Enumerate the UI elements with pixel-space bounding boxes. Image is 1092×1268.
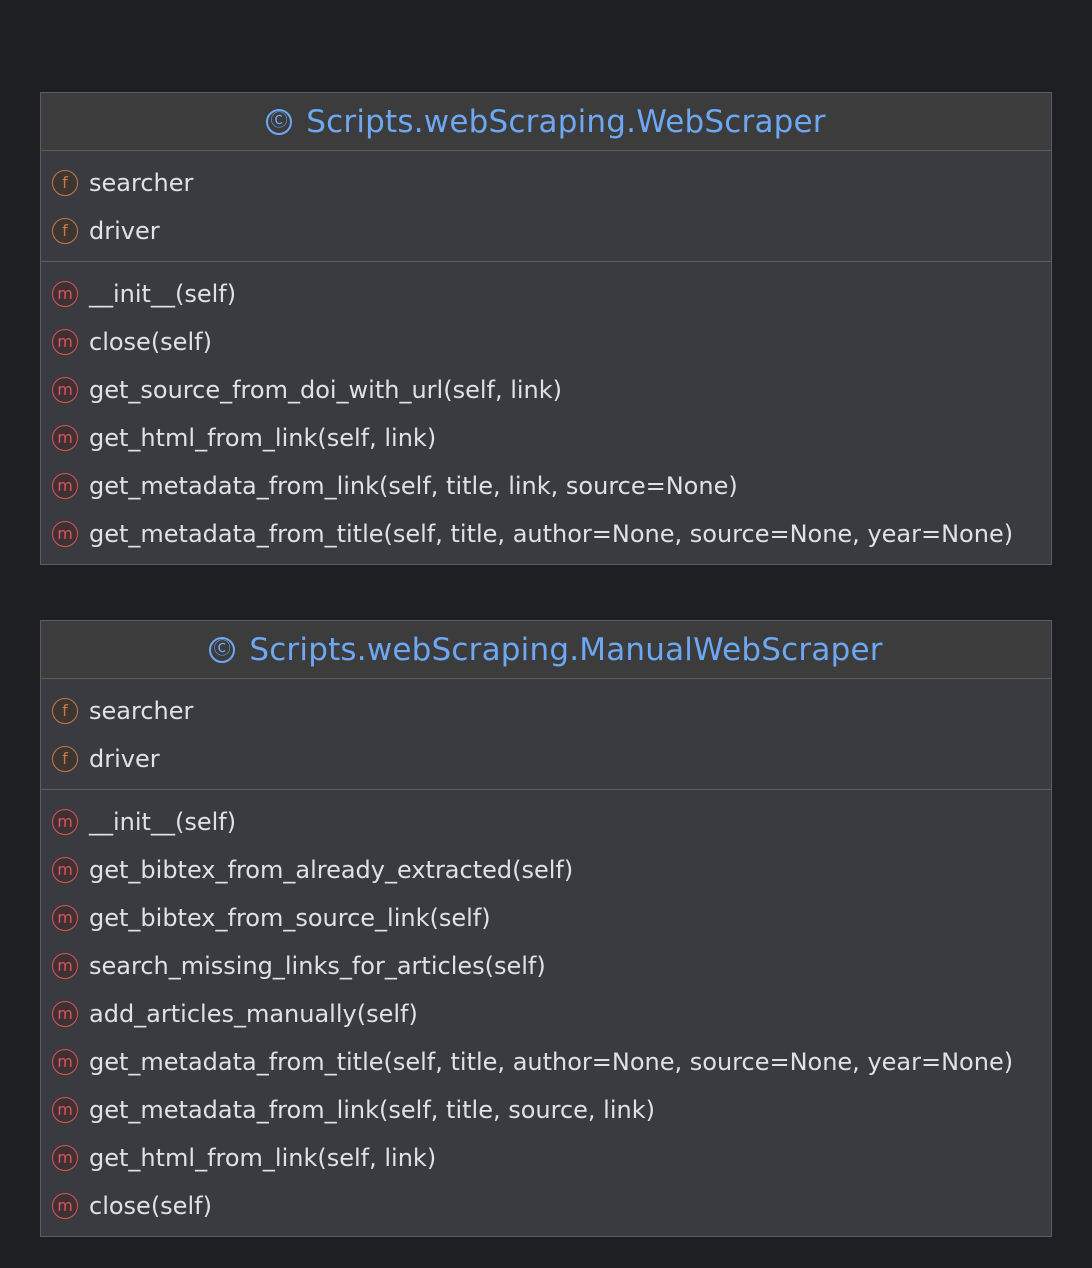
method-icon: m — [52, 425, 78, 451]
field-label: driver — [89, 217, 160, 245]
method-label: get_metadata_from_link(self, title, sour… — [89, 1096, 655, 1124]
method-label: close(self) — [89, 328, 212, 356]
method-icon: m — [52, 377, 78, 403]
methods-section: m __init__(self) m close(self) m get_sou… — [41, 262, 1051, 564]
method-label: get_metadata_from_title(self, title, aut… — [89, 1048, 1014, 1076]
field-row[interactable]: f driver — [41, 207, 1051, 255]
method-icon: m — [52, 521, 78, 547]
method-icon: m — [52, 1049, 78, 1075]
method-label: get_html_from_link(self, link) — [89, 424, 437, 452]
method-icon: m — [52, 1097, 78, 1123]
method-icon: m — [52, 1193, 78, 1219]
method-icon: m — [52, 281, 78, 307]
method-row[interactable]: m get_metadata_from_title(self, title, a… — [41, 1038, 1051, 1086]
field-icon: f — [52, 170, 78, 196]
method-icon: m — [52, 809, 78, 835]
class-icon: Ⓒ — [266, 108, 293, 135]
field-row[interactable]: f searcher — [41, 159, 1051, 207]
field-label: driver — [89, 745, 160, 773]
method-label: search_missing_links_for_articles(self) — [89, 952, 546, 980]
method-row[interactable]: m get_metadata_from_link(self, title, so… — [41, 1086, 1051, 1134]
class-icon: Ⓒ — [209, 636, 236, 663]
class-box-webscraper[interactable]: Ⓒ Scripts.webScraping.WebScraper f searc… — [40, 92, 1052, 565]
field-row[interactable]: f driver — [41, 735, 1051, 783]
method-row[interactable]: m get_bibtex_from_already_extracted(self… — [41, 846, 1051, 894]
method-row[interactable]: m close(self) — [41, 1182, 1051, 1230]
method-icon: m — [52, 857, 78, 883]
method-label: get_metadata_from_link(self, title, link… — [89, 472, 738, 500]
method-icon: m — [52, 1145, 78, 1171]
method-row[interactable]: m get_bibtex_from_source_link(self) — [41, 894, 1051, 942]
field-icon: f — [52, 746, 78, 772]
class-header[interactable]: Ⓒ Scripts.webScraping.ManualWebScraper — [41, 621, 1051, 679]
method-row[interactable]: m __init__(self) — [41, 798, 1051, 846]
fields-section: f searcher f driver — [41, 679, 1051, 790]
field-row[interactable]: f searcher — [41, 687, 1051, 735]
method-row[interactable]: m get_html_from_link(self, link) — [41, 1134, 1051, 1182]
method-icon: m — [52, 1001, 78, 1027]
method-row[interactable]: m get_source_from_doi_with_url(self, lin… — [41, 366, 1051, 414]
method-row[interactable]: m get_metadata_from_link(self, title, li… — [41, 462, 1051, 510]
method-row[interactable]: m search_missing_links_for_articles(self… — [41, 942, 1051, 990]
method-row[interactable]: m add_articles_manually(self) — [41, 990, 1051, 1038]
method-label: get_metadata_from_title(self, title, aut… — [89, 520, 1014, 548]
fields-section: f searcher f driver — [41, 151, 1051, 262]
method-icon: m — [52, 473, 78, 499]
method-row[interactable]: m get_html_from_link(self, link) — [41, 414, 1051, 462]
field-label: searcher — [89, 697, 194, 725]
field-label: searcher — [89, 169, 194, 197]
method-label: __init__(self) — [89, 808, 237, 836]
class-name: Scripts.webScraping.ManualWebScraper — [249, 631, 883, 668]
method-label: add_articles_manually(self) — [89, 1000, 418, 1028]
method-icon: m — [52, 905, 78, 931]
methods-section: m __init__(self) m get_bibtex_from_alrea… — [41, 790, 1051, 1236]
method-row[interactable]: m close(self) — [41, 318, 1051, 366]
class-name: Scripts.webScraping.WebScraper — [306, 103, 826, 140]
uml-diagram-canvas: Ⓒ Scripts.webScraping.WebScraper f searc… — [0, 0, 1092, 1268]
method-label: __init__(self) — [89, 280, 237, 308]
method-label: get_source_from_doi_with_url(self, link) — [89, 376, 563, 404]
method-label: get_bibtex_from_source_link(self) — [89, 904, 491, 932]
method-row[interactable]: m __init__(self) — [41, 270, 1051, 318]
method-label: get_bibtex_from_already_extracted(self) — [89, 856, 574, 884]
class-header[interactable]: Ⓒ Scripts.webScraping.WebScraper — [41, 93, 1051, 151]
method-label: get_html_from_link(self, link) — [89, 1144, 437, 1172]
class-box-manualwebscraper[interactable]: Ⓒ Scripts.webScraping.ManualWebScraper f… — [40, 620, 1052, 1237]
field-icon: f — [52, 698, 78, 724]
method-row[interactable]: m get_metadata_from_title(self, title, a… — [41, 510, 1051, 558]
method-label: close(self) — [89, 1192, 212, 1220]
method-icon: m — [52, 953, 78, 979]
method-icon: m — [52, 329, 78, 355]
field-icon: f — [52, 218, 78, 244]
